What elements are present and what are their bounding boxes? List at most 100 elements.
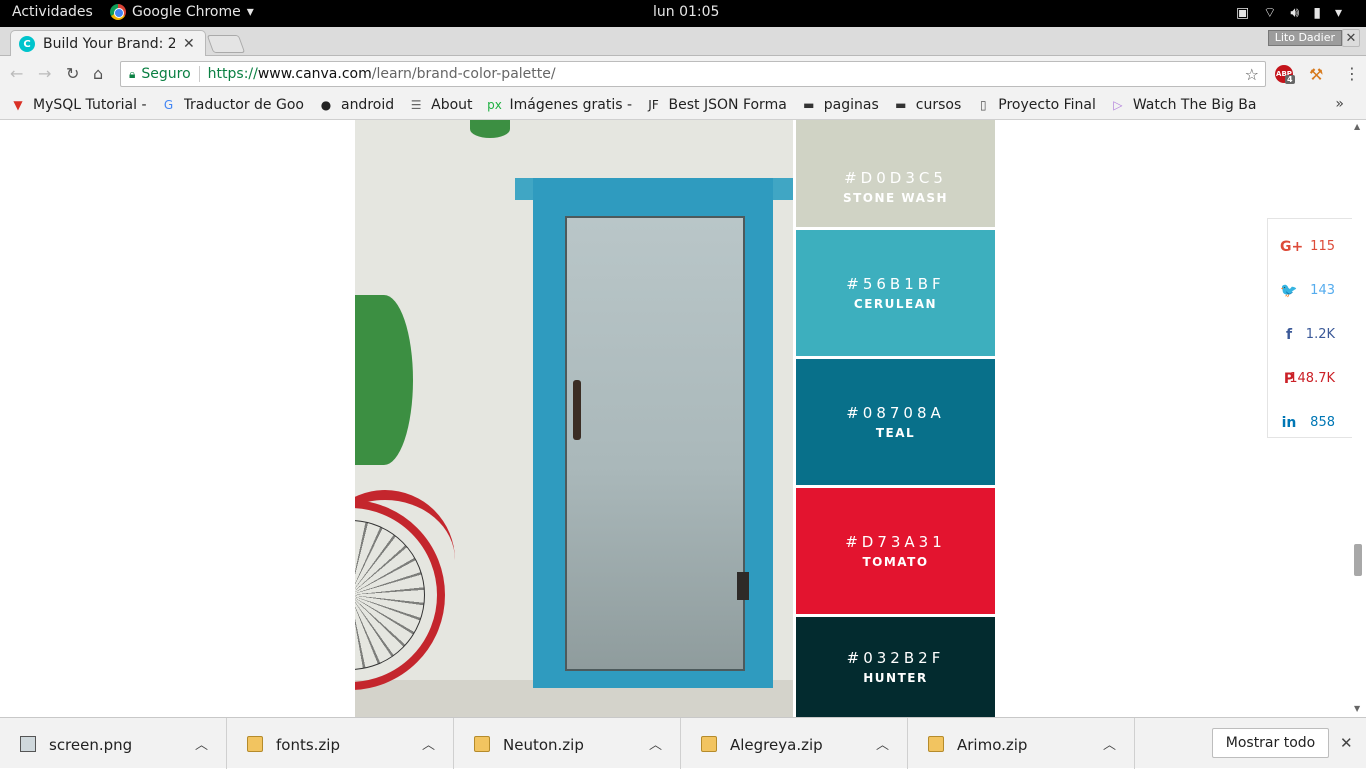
mysql-icon: ▼	[13, 98, 23, 112]
door	[565, 216, 745, 671]
bookmark-item[interactable]: ▬ paginas	[801, 97, 879, 113]
chevron-up-icon[interactable]: ︿	[876, 734, 889, 753]
url-path: /learn/brand-color-palette/	[371, 66, 556, 82]
share-button[interactable]: f 1.2K	[1268, 315, 1352, 359]
download-shelf: Mostrar todo ✕ screen.png ︿ fonts.zip ︿ Neut…	[0, 717, 1366, 769]
download-item[interactable]: Neuton.zip ︿	[454, 718, 681, 769]
browser-toolbar: ← → ↻ ⌂ 🔒︎ Seguro https:// www.canva.com…	[0, 56, 1366, 91]
app-menu[interactable]: Google Chrome ▾	[110, 4, 254, 20]
bookmark-item[interactable]: G Traductor de Goo	[161, 97, 304, 113]
close-shelf-icon[interactable]: ✕	[1340, 734, 1353, 752]
share-button[interactable]: 🐦 143	[1268, 271, 1352, 315]
canva-favicon-icon: C	[19, 36, 35, 52]
bookmark-item[interactable]: px Imágenes gratis -	[487, 97, 632, 113]
color-swatch: #56B1BF CERULEAN	[796, 230, 995, 356]
new-tab-button[interactable]	[206, 35, 246, 53]
bookmark-item[interactable]: ▷ Watch The Big Ba	[1110, 97, 1256, 113]
folder-icon: ▬	[803, 98, 815, 112]
download-item[interactable]: Arimo.zip ︿	[908, 718, 1135, 769]
zip-file-icon	[474, 736, 490, 752]
bookmark-label: android	[340, 97, 395, 113]
color-swatch: #08708A TEAL	[796, 359, 995, 485]
share-button[interactable]: G+ 115	[1268, 227, 1352, 271]
zip-file-icon	[701, 736, 717, 752]
share-panel: G+ 115 🐦 143 f 1.2K P 148.7K in 858	[1267, 218, 1352, 438]
bush	[355, 295, 413, 465]
url-scheme: https://	[207, 66, 258, 82]
bookmark-label: Imágenes gratis -	[509, 97, 632, 113]
chevron-up-icon[interactable]: ︿	[195, 734, 208, 753]
download-item[interactable]: Alegreya.zip ︿	[681, 718, 908, 769]
chevron-up-icon[interactable]: ︿	[422, 734, 435, 753]
swatch-name: CERULEAN	[853, 297, 938, 311]
divider	[198, 66, 200, 82]
extension-hammer-icon[interactable]: ⚒	[1309, 65, 1323, 84]
facebook-icon: f	[1285, 327, 1293, 343]
download-item[interactable]: screen.png ︿	[0, 718, 227, 769]
window-close-icon[interactable]: ✕	[1342, 29, 1360, 47]
menu-dots-icon[interactable]: ⋮	[1344, 64, 1360, 83]
scroll-down-arrow-icon[interactable]: ▼	[1354, 704, 1360, 713]
secure-label: Seguro	[141, 66, 191, 82]
screen-icon: ▣	[1236, 5, 1250, 21]
back-arrow-icon[interactable]: ←	[10, 64, 23, 83]
adblock-plus-icon[interactable]: ABP 4	[1275, 65, 1295, 84]
caret-down-icon: ▾	[246, 4, 254, 20]
clock[interactable]: lun 01:05	[653, 4, 719, 20]
activities-button[interactable]: Actividades	[12, 4, 93, 20]
google-plus-icon: G+	[1280, 239, 1304, 255]
bookmark-item[interactable]: ▬ cursos	[893, 97, 961, 113]
page-content: #D0D3C5 STONE WASH #56B1BF CERULEAN #08708A T…	[0, 120, 1352, 717]
swatch-hex: #032B2F	[846, 649, 945, 667]
chevron-up-icon[interactable]: ︿	[1103, 734, 1116, 753]
system-tray[interactable]: ▣ ⌔ 🔊︎ ▮ ▾	[1236, 4, 1342, 22]
show-all-downloads-button[interactable]: Mostrar todo	[1212, 728, 1329, 758]
volume-icon: 🔊︎	[1290, 5, 1300, 21]
bookmark-label: Traductor de Goo	[183, 97, 304, 113]
swatch-hex: #56B1BF	[846, 275, 945, 293]
download-item[interactable]: fonts.zip ︿	[227, 718, 454, 769]
page-lines-icon: ☰	[410, 98, 422, 112]
address-bar[interactable]: 🔒︎ Seguro https:// www.canva.com /learn/…	[120, 61, 1266, 87]
scroll-up-arrow-icon[interactable]: ▲	[1354, 122, 1360, 131]
share-count: 858	[1310, 415, 1335, 430]
color-swatch: #D73A31 TOMATO	[796, 488, 995, 614]
lock-icon: 🔒︎	[129, 66, 136, 81]
swatch-hex: #D0D3C5	[844, 168, 947, 187]
share-count: 1.2K	[1305, 327, 1335, 342]
play-icon: ▷	[1113, 98, 1123, 112]
page-scrollbar[interactable]: ▲ ▼	[1352, 120, 1366, 717]
share-button[interactable]: in 858	[1268, 403, 1352, 447]
more-bookmarks-icon[interactable]: »	[1335, 96, 1344, 112]
tab-close-icon[interactable]: ✕	[183, 36, 195, 52]
adblock-badge: 4	[1285, 75, 1295, 84]
bookmark-item[interactable]: JF Best JSON Forma	[646, 97, 787, 113]
bookmark-label: About	[431, 97, 473, 113]
tab-title: Build Your Brand: 20	[43, 36, 175, 52]
bookmark-item[interactable]: ● android	[318, 97, 394, 113]
bookmark-item[interactable]: ▯ Proyecto Final	[975, 97, 1096, 113]
bookmark-item[interactable]: ▼ MySQL Tutorial -	[10, 97, 146, 113]
download-filename: Alegreya.zip	[730, 736, 823, 754]
tab-strip: C Build Your Brand: 20 ✕ Lito Dadier ✕	[0, 27, 1366, 57]
share-count: 148.7K	[1289, 371, 1335, 386]
swatch-hex: #08708A	[846, 404, 945, 422]
share-button[interactable]: P 148.7K	[1268, 359, 1352, 403]
twitter-icon: 🐦	[1280, 283, 1298, 299]
jf-icon: JF	[648, 98, 659, 112]
share-count: 115	[1310, 239, 1335, 254]
forward-arrow-icon[interactable]: →	[38, 64, 51, 83]
scrollbar-thumb[interactable]	[1354, 544, 1362, 576]
profile-button[interactable]: Lito Dadier	[1267, 30, 1342, 46]
home-icon[interactable]: ⌂	[93, 64, 103, 83]
battery-icon: ▮	[1313, 5, 1321, 21]
swatch-name: TEAL	[875, 426, 916, 440]
chevron-up-icon[interactable]: ︿	[649, 734, 662, 753]
bookmarks-bar: ▼ MySQL Tutorial - G Traductor de Goo ● andro…	[0, 91, 1366, 120]
bookmark-star-icon[interactable]: ☆	[1245, 65, 1259, 84]
swatch-name: STONE WASH	[842, 190, 949, 205]
bookmark-label: Best JSON Forma	[668, 97, 787, 113]
reload-icon[interactable]: ↻	[66, 64, 79, 83]
bookmark-item[interactable]: ☰ About	[408, 97, 473, 113]
tab-build-your-brand[interactable]: C Build Your Brand: 20 ✕	[10, 30, 206, 57]
